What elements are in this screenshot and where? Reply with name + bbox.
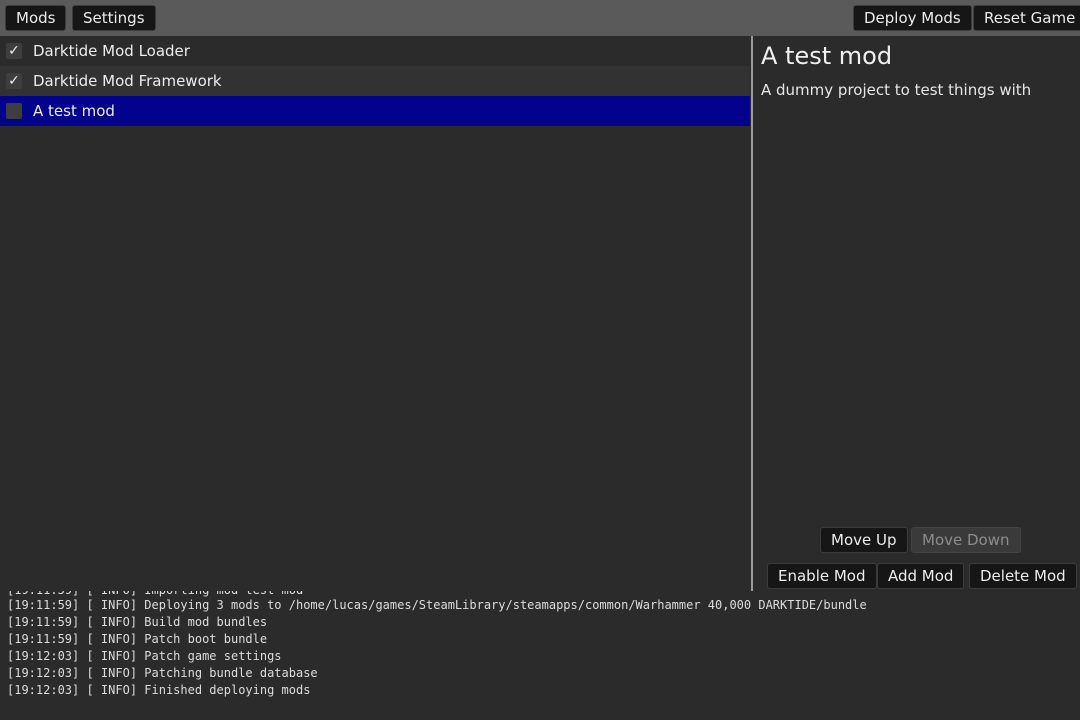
log-line: [19:11:59] [ INFO] Build mod bundles xyxy=(7,615,268,629)
delete-mod-button[interactable]: Delete Mod xyxy=(969,563,1077,589)
mods-tab-button[interactable]: Mods xyxy=(5,5,67,31)
enabled-checkbox[interactable]: ✓ xyxy=(6,73,22,89)
deploy-mods-button[interactable]: Deploy Mods xyxy=(853,5,972,31)
mod-details-panel: A test mod A dummy project to test thing… xyxy=(753,36,1080,591)
reset-game-button[interactable]: Reset Game xyxy=(973,5,1080,31)
enabled-checkbox[interactable] xyxy=(6,103,22,119)
enabled-checkbox[interactable]: ✓ xyxy=(6,43,22,59)
log-line: [19:12:03] [ INFO] Patching bundle datab… xyxy=(7,666,318,680)
mod-name: Darktide Mod Loader xyxy=(33,42,190,60)
log-line: [19:11:59] [ INFO] Patch boot bundle xyxy=(7,632,268,646)
mod-title: A test mod xyxy=(761,42,893,70)
log-panel[interactable]: [19:11:59] [ INFO] Importing mod test-mo… xyxy=(0,591,1080,720)
add-mod-button[interactable]: Add Mod xyxy=(877,563,965,589)
mod-name: Darktide Mod Framework xyxy=(33,72,222,90)
move-down-button: Move Down xyxy=(911,527,1021,553)
mod-name: A test mod xyxy=(33,102,115,120)
top-toolbar: Mods Settings Deploy Mods Reset Game xyxy=(0,0,1080,36)
mod-list-item-selected[interactable]: A test mod xyxy=(0,96,750,126)
mod-description: A dummy project to test things with xyxy=(761,81,1032,99)
settings-tab-button[interactable]: Settings xyxy=(72,5,156,31)
log-line: [19:12:03] [ INFO] Patch game settings xyxy=(7,649,282,663)
log-line: [19:12:03] [ INFO] Finished deploying mo… xyxy=(7,683,311,697)
enable-mod-button[interactable]: Enable Mod xyxy=(767,563,877,589)
mod-list: ✓ Darktide Mod Loader ✓ Darktide Mod Fra… xyxy=(0,36,751,591)
mod-list-item[interactable]: ✓ Darktide Mod Loader xyxy=(0,36,750,66)
move-up-button[interactable]: Move Up xyxy=(820,527,908,553)
mod-list-item[interactable]: ✓ Darktide Mod Framework xyxy=(0,66,750,96)
log-line: [19:11:59] [ INFO] Deploying 3 mods to /… xyxy=(7,598,867,612)
